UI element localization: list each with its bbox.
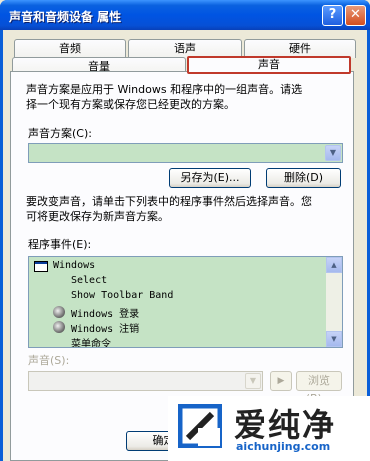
brand-logo-icon xyxy=(178,404,222,448)
speaker-icon xyxy=(53,306,65,318)
events-list[interactable]: Windows Select Show Toolbar Band Windows… xyxy=(28,256,343,348)
chevron-down-icon[interactable]: ▼ xyxy=(245,373,261,389)
delete-button[interactable]: 删除(D) xyxy=(266,168,341,188)
list-item[interactable]: 菜单命令 xyxy=(71,335,111,347)
scheme-label: 声音方案(C): xyxy=(28,127,92,140)
events-scrollbar[interactable]: ▲ ▼ xyxy=(326,257,342,347)
sound-dropdown[interactable]: ▼ xyxy=(28,371,263,391)
watermark: 爱纯净 aichunjing.com xyxy=(168,396,370,461)
list-item[interactable]: Show Toolbar Band xyxy=(71,290,173,301)
help-button[interactable]: ? xyxy=(322,5,343,26)
list-item[interactable]: Select xyxy=(71,275,107,286)
instruction-line-2: 可将更改保存为新声音方案。 xyxy=(26,210,169,223)
title-bar[interactable]: 声音和音频设备 属性 ? ✕ xyxy=(0,0,370,30)
scroll-down-icon[interactable]: ▼ xyxy=(326,331,342,347)
list-item[interactable]: Windows 注销 xyxy=(71,320,139,335)
events-label: 程序事件(E): xyxy=(28,238,92,251)
window-title: 声音和音频设备 属性 xyxy=(9,10,122,24)
speaker-icon xyxy=(53,321,65,333)
list-item[interactable]: Windows 登录 xyxy=(71,305,139,320)
tab-audio[interactable]: 音频 xyxy=(14,39,126,58)
tab-sounds[interactable]: 声音 xyxy=(187,56,351,74)
close-button[interactable]: ✕ xyxy=(345,5,366,26)
description-line-2: 择一个现有方案或保存您已经更改的方案。 xyxy=(26,98,235,111)
scroll-up-icon[interactable]: ▲ xyxy=(326,257,342,273)
instruction-line-1: 要改变声音，请单击下列表中的程序事件然后选择声音。您 xyxy=(26,195,312,208)
play-button[interactable]: ▶ xyxy=(270,371,292,391)
description-line-1: 声音方案是应用于 Windows 和程序中的一组声音。请选 xyxy=(26,83,303,96)
scheme-dropdown[interactable]: ▼ xyxy=(28,143,343,163)
list-item[interactable]: Windows xyxy=(53,260,95,271)
window-icon xyxy=(34,261,48,272)
sound-label: 声音(S): xyxy=(28,354,70,367)
watermark-brand-en: aichunjing.com xyxy=(236,440,331,453)
browse-button[interactable]: 浏览(B)... xyxy=(296,371,342,405)
save-as-button[interactable]: 另存为(E)... xyxy=(169,168,251,188)
chevron-down-icon[interactable]: ▼ xyxy=(325,145,341,161)
